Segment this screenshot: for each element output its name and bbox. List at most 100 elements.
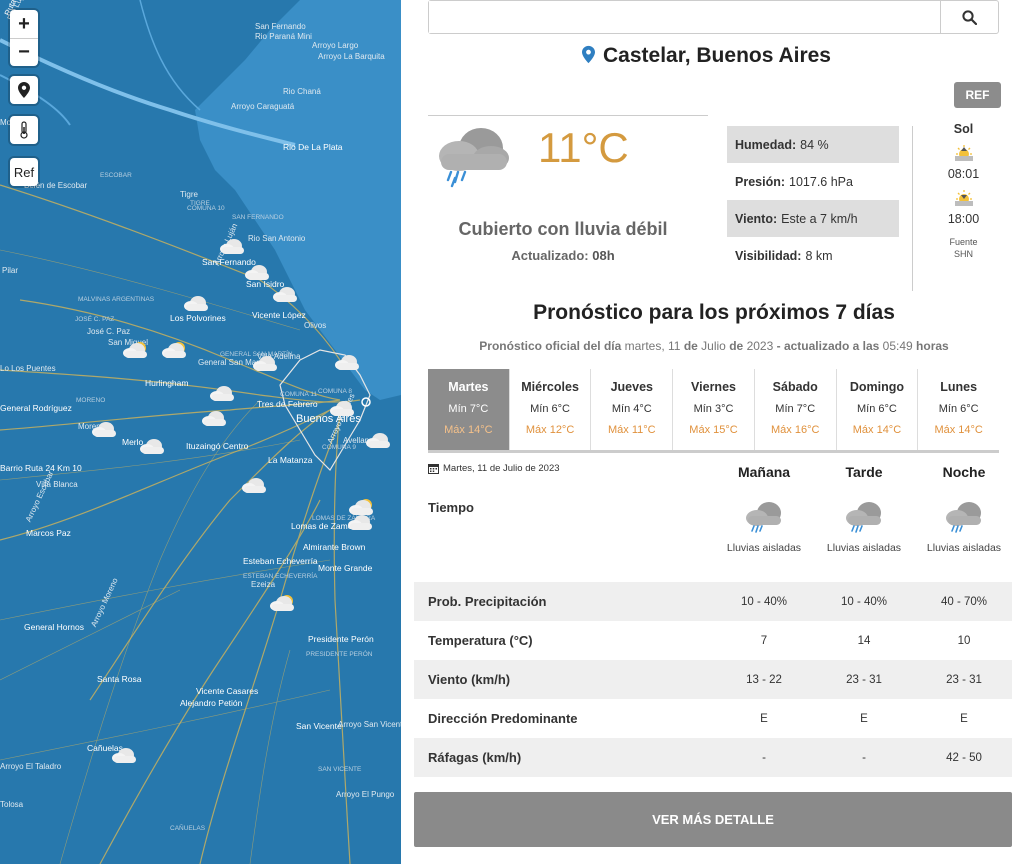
day-max: Máx 14°C — [934, 424, 983, 436]
period-afternoon: Tarde — [845, 464, 883, 480]
day-tab-jueves[interactable]: Jueves Mín 4°C Máx 11°C — [591, 369, 674, 450]
ref-button[interactable]: REF — [954, 82, 1001, 108]
forecast-sub-year: 2023 — [746, 339, 774, 353]
forecast-sub-day: martes, 11 — [624, 339, 681, 353]
temperature-layer-button[interactable] — [10, 116, 38, 144]
metric-value: Este a 7 km/h — [781, 211, 858, 226]
day-min: Mín 3°C — [693, 403, 734, 415]
map-label: Marcos Paz — [26, 528, 71, 538]
row-value: 23 - 31 — [946, 673, 982, 686]
metric-key: Presión: — [735, 174, 786, 189]
map-label: Alejandro Petión — [180, 698, 243, 708]
thermometer-icon — [20, 121, 28, 139]
map-label: Almirante Brown — [303, 542, 366, 552]
weather-panel: Castelar, Buenos Aires REF 11°C Cubierto… — [401, 0, 1012, 864]
map-label: Arroyo La Barquita — [318, 52, 385, 61]
partly-cloudy-icon — [270, 595, 294, 611]
search-input[interactable] — [429, 1, 940, 33]
day-min: Mín 4°C — [611, 403, 652, 415]
rain-cloud-icon — [431, 122, 511, 193]
table-row: Dirección Predominante E E E — [414, 699, 1012, 738]
map-ref-button[interactable]: Ref — [10, 158, 38, 186]
day-tab-lunes[interactable]: Lunes Mín 6°C Máx 14°C — [918, 369, 999, 450]
day-name: Domingo — [849, 380, 905, 394]
partly-cloudy-icon — [162, 342, 186, 358]
metric-humidity: Humedad: 84 % — [727, 126, 899, 163]
map-label: Tolosa — [0, 800, 24, 809]
row-label: Dirección Predominante — [428, 711, 578, 726]
current-description: Cubierto con lluvia débil — [458, 219, 668, 239]
current-temperature: 11°C — [538, 124, 629, 171]
day-name: Viernes — [691, 380, 736, 394]
day-tab-viernes[interactable]: Viernes Mín 3°C Máx 15°C — [673, 369, 755, 450]
row-value: E — [760, 712, 768, 725]
condition-night: Lluvias aisladas — [924, 500, 1004, 556]
map-label: Barrio Ruta 24 Km 10 — [0, 463, 82, 473]
metric-key: Humedad: — [735, 137, 797, 152]
cloud-icon — [220, 239, 244, 254]
day-tabs: Martes Mín 7°C Máx 14°C Miércoles Mín 6°… — [428, 369, 999, 453]
row-value: 10 - 40% — [740, 595, 788, 608]
map-label: Vicente Casares — [196, 686, 259, 696]
forecast-title: Pronóstico para los próximos 7 días — [533, 301, 895, 324]
map-background — [0, 0, 401, 864]
row-value: 7 — [760, 634, 768, 647]
map-label: COMUNA 8 — [318, 388, 352, 395]
map-label: ESTEBAN ECHEVERRÍA — [243, 573, 318, 580]
zoom-in-button[interactable]: + — [10, 10, 38, 38]
map-label: SAN VICENTE — [318, 766, 362, 773]
forecast-sub-de: de — [729, 339, 744, 353]
metric-value: 1017.6 hPa — [789, 174, 853, 189]
day-min: Mín 7°C — [775, 403, 816, 415]
weather-map[interactable]: San Fernando Rio Paraná Mini Arroyo Largo A… — [0, 0, 401, 864]
map-label: Hurlingham — [145, 378, 189, 388]
day-max: Máx 12°C — [525, 424, 575, 436]
map-label: Esteban Echeverría — [243, 556, 318, 566]
cloud-icon — [202, 411, 226, 426]
temperature-layer-control — [10, 116, 38, 144]
map-label: Pilar — [2, 266, 19, 275]
search-button[interactable] — [940, 1, 998, 33]
row-value: 40 - 70% — [940, 595, 988, 608]
locate-button[interactable] — [10, 76, 38, 104]
table-row: Viento (km/h) 13 - 22 23 - 31 23 - 31 — [414, 660, 1012, 699]
cloud-icon — [245, 265, 269, 280]
updated-label: Actualizado: — [511, 248, 589, 263]
period-night: Noche — [942, 464, 986, 480]
map-label: Santa Rosa — [97, 674, 142, 684]
metric-value: 84 % — [800, 137, 829, 152]
location-title: Castelar, Buenos Aires — [401, 44, 1012, 68]
cloud-icon — [140, 439, 164, 454]
map-label: Arroyo El Pungo — [336, 790, 395, 799]
map-label: Arroyo Caraguatá — [231, 102, 295, 111]
metric-pressure: Presión: 1017.6 hPa — [727, 163, 899, 200]
forecast-sub-prefix: Pronóstico oficial del día — [479, 339, 622, 353]
day-max: Máx 11°C — [607, 424, 656, 436]
locate-control — [10, 76, 38, 104]
table-row: Ráfagas (km/h) - - 42 - 50 — [414, 738, 1012, 777]
more-detail-button[interactable]: VER MÁS DETALLE — [414, 792, 1012, 847]
cloud-icon — [92, 422, 116, 437]
day-tab-domingo[interactable]: Domingo Mín 6°C Máx 14°C — [837, 369, 919, 450]
zoom-out-button[interactable]: − — [10, 38, 38, 66]
map-label: COMUNA 10 — [187, 205, 225, 212]
map-label: Vicente López — [252, 310, 306, 320]
metric-key: Visibilidad: — [735, 248, 802, 263]
sun-info: Sol 08:01 18:00 Fuente SHN — [936, 122, 991, 260]
day-min: Mín 6°C — [530, 403, 570, 415]
map-label: PRESIDENTE PERÓN — [306, 651, 373, 658]
cloud-icon — [184, 296, 208, 311]
row-value: 42 - 50 — [946, 751, 982, 764]
detail-table: Prob. Precipitación 10 - 40% 10 - 40% 40… — [414, 582, 1012, 777]
current-metrics: Humedad: 84 % Presión: 1017.6 hPa Viento: E… — [727, 126, 899, 274]
forecast-sub-de: de — [683, 339, 698, 353]
day-tab-sabado[interactable]: Sábado Mín 7°C Máx 16°C — [755, 369, 837, 450]
map-label: La Matanza — [268, 455, 313, 465]
metric-wind: Viento: Este a 7 km/h — [727, 200, 899, 237]
day-name: Sábado — [772, 380, 818, 394]
location-pin-icon — [18, 82, 30, 98]
forecast-subtitle: Pronóstico oficial del día martes, 11 de… — [401, 339, 1012, 353]
day-tab-miercoles[interactable]: Miércoles Mín 6°C Máx 12°C — [510, 369, 592, 450]
table-row: Prob. Precipitación 10 - 40% 10 - 40% 40… — [414, 582, 1012, 621]
day-tab-martes[interactable]: Martes Mín 7°C Máx 14°C — [428, 369, 510, 450]
